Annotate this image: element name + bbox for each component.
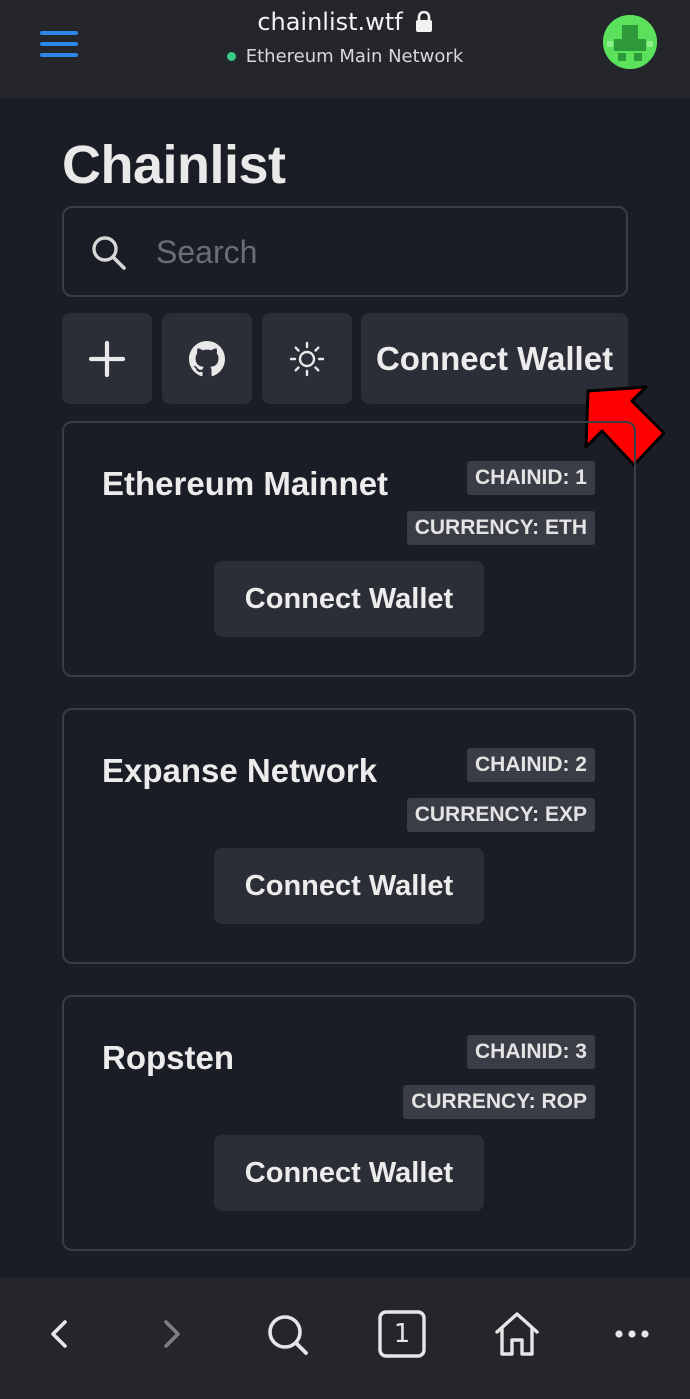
currency-badge: CURRENCY: ETH — [406, 511, 595, 545]
network-indicator: Ethereum Main Network — [226, 46, 464, 67]
chain-id-badge: CHAINID: 2 — [466, 748, 595, 782]
back-icon[interactable] — [33, 1308, 85, 1360]
github-button[interactable] — [162, 313, 252, 404]
search-icon[interactable] — [261, 1308, 313, 1360]
browser-bottom-bar: 1 — [0, 1278, 690, 1399]
forward-icon[interactable] — [146, 1308, 198, 1360]
network-status-dot — [226, 52, 236, 61]
github-icon — [189, 340, 225, 376]
chain-name: Ropsten — [102, 1039, 234, 1076]
identicon-icon — [603, 15, 657, 69]
browser-top-bar: chainlist.wtf Ethereum Main Network — [0, 0, 690, 98]
chain-card-ropsten: Ropsten CHAINID: 3 CURRENCY: ROP Connect… — [62, 995, 636, 1251]
connect-wallet-button[interactable]: Connect Wallet — [214, 561, 484, 637]
network-name: Ethereum Main Network — [245, 46, 464, 67]
theme-toggle-button[interactable] — [262, 313, 352, 404]
search-input[interactable] — [156, 226, 596, 278]
lock-icon — [415, 11, 432, 32]
chain-name: Ethereum Mainnet — [102, 465, 389, 502]
url-text[interactable]: chainlist.wtf — [257, 8, 402, 36]
add-network-button[interactable] — [62, 313, 152, 404]
chain-id-badge: CHAINID: 1 — [466, 461, 595, 495]
search-icon — [92, 236, 126, 270]
chain-name: Expanse Network — [102, 752, 378, 789]
currency-badge: CURRENCY: ROP — [403, 1085, 595, 1119]
more-icon[interactable] — [606, 1308, 658, 1360]
connect-wallet-button[interactable]: Connect Wallet — [214, 848, 484, 924]
tab-count: 1 — [393, 1319, 411, 1349]
chain-card-ethereum-mainnet: Ethereum Mainnet CHAINID: 1 CURRENCY: ET… — [62, 421, 636, 677]
address-area[interactable]: chainlist.wtf Ethereum Main Network — [0, 8, 690, 67]
page-title: Chainlist — [62, 135, 286, 195]
home-icon[interactable] — [491, 1308, 543, 1360]
sun-icon — [289, 341, 325, 376]
connect-wallet-label: Connect Wallet — [375, 339, 614, 377]
chain-card-expanse-network: Expanse Network CHAINID: 2 CURRENCY: EXP… — [62, 708, 636, 964]
chain-id-badge: CHAINID: 3 — [466, 1035, 595, 1069]
plus-icon — [88, 340, 126, 377]
account-avatar[interactable] — [603, 15, 657, 69]
tabs-button[interactable]: 1 — [376, 1308, 428, 1360]
currency-badge: CURRENCY: EXP — [406, 798, 595, 832]
search-box[interactable] — [62, 206, 628, 297]
connect-wallet-button[interactable]: Connect Wallet — [214, 1135, 484, 1211]
